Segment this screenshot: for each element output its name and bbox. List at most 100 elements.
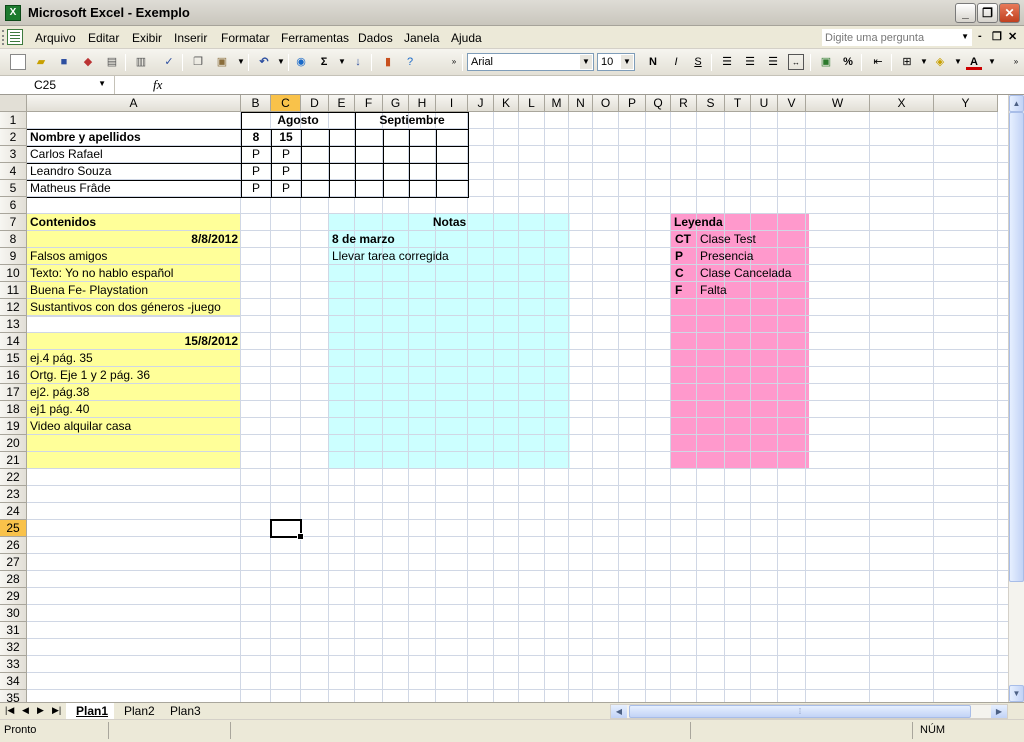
row-header-12[interactable]: 12: [0, 299, 27, 316]
row-header-19[interactable]: 19: [0, 418, 27, 435]
attendance-mark[interactable]: P: [241, 146, 271, 163]
row-header-29[interactable]: 29: [0, 588, 27, 605]
row-header-10[interactable]: 10: [0, 265, 27, 282]
scroll-right-icon[interactable]: ▶: [991, 705, 1007, 718]
notas-title[interactable]: Notas: [329, 214, 570, 231]
toolbar-options-icon[interactable]: »: [446, 54, 462, 70]
sheet-tab-plan3[interactable]: Plan3: [160, 703, 211, 719]
column-header-d[interactable]: D: [301, 95, 329, 112]
column-header-m[interactable]: M: [545, 95, 569, 112]
name-box[interactable]: C25 ▼: [0, 76, 115, 94]
row-header-14[interactable]: 14: [0, 333, 27, 350]
column-header-o[interactable]: O: [593, 95, 619, 112]
insert-function-icon[interactable]: fx: [153, 77, 162, 93]
chevron-down-icon[interactable]: ▼: [984, 54, 1000, 70]
row-header-13[interactable]: 13: [0, 316, 27, 333]
contenidos-item[interactable]: Sustantivos con dos géneros -juego: [28, 299, 221, 316]
formula-input[interactable]: [175, 76, 1024, 94]
row-header-5[interactable]: 5: [0, 180, 27, 197]
scroll-thumb[interactable]: ⁞: [629, 705, 971, 718]
font-color-icon[interactable]: A: [966, 54, 982, 70]
chevron-down-icon[interactable]: ▼: [580, 55, 592, 69]
row-header-11[interactable]: 11: [0, 282, 27, 299]
horizontal-scrollbar[interactable]: ◀ ⁞ ▶: [610, 704, 1008, 719]
column-header-p[interactable]: P: [619, 95, 646, 112]
row-header-27[interactable]: 27: [0, 554, 27, 571]
autosum-icon[interactable]: Σ: [316, 54, 332, 70]
row-header-33[interactable]: 33: [0, 656, 27, 673]
attendance-mark[interactable]: P: [271, 146, 301, 163]
contenidos-item[interactable]: ej.4 pág. 35: [28, 350, 93, 367]
first-sheet-icon[interactable]: |◀: [5, 705, 14, 716]
menu-formatar[interactable]: Formatar: [221, 31, 270, 45]
column-header-k[interactable]: K: [494, 95, 519, 112]
row-header-9[interactable]: 9: [0, 248, 27, 265]
ask-question-input[interactable]: Digite uma pergunta ▼: [822, 29, 972, 46]
row-header-7[interactable]: 7: [0, 214, 27, 231]
chevron-down-icon[interactable]: ▼: [334, 54, 350, 70]
new-icon[interactable]: [10, 54, 26, 70]
column-header-u[interactable]: U: [751, 95, 778, 112]
notas-text[interactable]: Llevar tarea corregida: [330, 248, 449, 265]
row-header-23[interactable]: 23: [0, 486, 27, 503]
column-header-q[interactable]: Q: [646, 95, 671, 112]
sort-ascending-icon[interactable]: ↓: [350, 54, 366, 70]
row-header-34[interactable]: 34: [0, 673, 27, 690]
align-right-icon[interactable]: ☰: [765, 54, 781, 70]
toolbar-options-icon[interactable]: »: [1008, 54, 1024, 70]
paste-icon[interactable]: ▣: [214, 54, 230, 70]
menu-ferramentas[interactable]: Ferramentas: [281, 31, 349, 45]
prev-sheet-icon[interactable]: ◀: [22, 705, 29, 716]
menu-janela[interactable]: Janela: [404, 31, 439, 45]
fill-color-icon[interactable]: ◈: [932, 54, 948, 70]
student-name[interactable]: Carlos Rafael: [28, 146, 240, 163]
contenidos-item[interactable]: Falsos amigos: [28, 248, 107, 265]
column-header-c[interactable]: C: [271, 95, 301, 112]
scroll-down-icon[interactable]: ▼: [1009, 685, 1024, 702]
chevron-down-icon[interactable]: ▼: [233, 54, 249, 70]
spelling-icon[interactable]: ✓: [161, 54, 177, 70]
menu-dados[interactable]: Dados: [358, 31, 393, 45]
italic-button[interactable]: I: [668, 54, 684, 70]
row-header-30[interactable]: 30: [0, 605, 27, 622]
attendance-mark[interactable]: P: [241, 163, 271, 180]
align-center-icon[interactable]: ☰: [742, 54, 758, 70]
print-preview-icon[interactable]: ▥: [133, 54, 149, 70]
help-icon[interactable]: ?: [402, 54, 418, 70]
column-header-i[interactable]: I: [436, 95, 468, 112]
month-agosto[interactable]: Agosto: [241, 112, 355, 129]
copy-icon[interactable]: ❐: [190, 54, 206, 70]
merge-center-icon[interactable]: ↔: [788, 54, 804, 70]
doc-minimize-button[interactable]: -: [978, 30, 982, 42]
column-header-r[interactable]: R: [671, 95, 697, 112]
column-header-n[interactable]: N: [569, 95, 593, 112]
column-header-y[interactable]: Y: [934, 95, 998, 112]
chevron-down-icon[interactable]: ▼: [621, 55, 633, 69]
month-septiembre[interactable]: Septiembre: [355, 112, 469, 129]
scroll-thumb[interactable]: [1009, 112, 1024, 582]
contenidos-item[interactable]: ej2. pág.38: [28, 384, 89, 401]
chart-wizard-icon[interactable]: ▮: [380, 54, 396, 70]
chevron-down-icon[interactable]: ▼: [916, 54, 932, 70]
day-header[interactable]: 15: [271, 129, 301, 146]
row-header-8[interactable]: 8: [0, 231, 27, 248]
maximize-button[interactable]: ❐: [977, 3, 998, 23]
row-header-26[interactable]: 26: [0, 537, 27, 554]
leyenda-title[interactable]: Leyenda: [672, 214, 723, 231]
row-header-2[interactable]: 2: [0, 129, 27, 146]
doc-close-button[interactable]: ✕: [1008, 30, 1017, 43]
sheet-tab-plan1[interactable]: Plan1: [66, 703, 119, 719]
row-header-16[interactable]: 16: [0, 367, 27, 384]
contenidos-date[interactable]: 8/8/2012: [27, 231, 241, 248]
column-header-e[interactable]: E: [329, 95, 355, 112]
menu-inserir[interactable]: Inserir: [174, 31, 207, 45]
vertical-scrollbar[interactable]: ▲ ▼: [1008, 95, 1024, 702]
document-icon[interactable]: [7, 29, 23, 45]
column-header-b[interactable]: B: [241, 95, 271, 112]
column-header-h[interactable]: H: [409, 95, 436, 112]
student-name[interactable]: Leandro Souza: [28, 163, 240, 180]
underline-button[interactable]: S: [690, 54, 706, 70]
contenidos-item[interactable]: Ortg. Eje 1 y 2 pág. 36: [28, 367, 150, 384]
currency-icon[interactable]: ▣: [818, 54, 834, 70]
chevron-down-icon[interactable]: ▼: [961, 32, 969, 41]
